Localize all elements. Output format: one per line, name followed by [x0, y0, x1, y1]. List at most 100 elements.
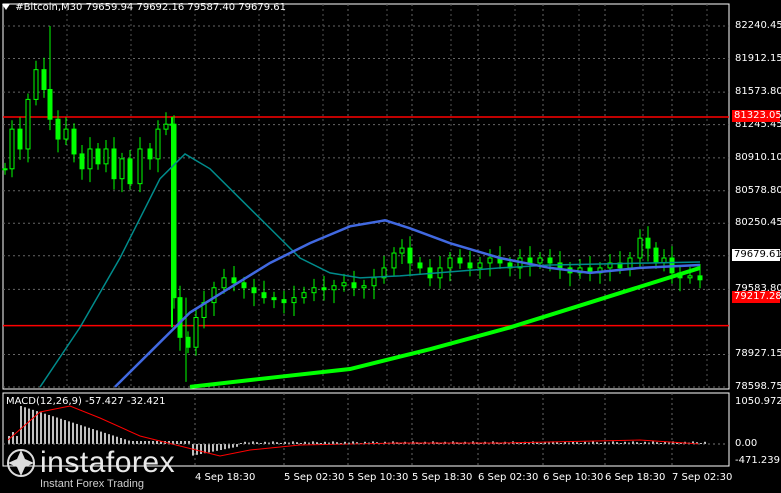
macd-histogram-bar [580, 443, 582, 444]
candle-body [417, 262, 423, 269]
macd-histogram-bar [140, 441, 142, 444]
macd-histogram-bar [200, 444, 202, 454]
time-axis-label: 6 Sep 10:30 [543, 472, 604, 483]
chart-canvas[interactable] [0, 0, 781, 489]
candle-body [399, 247, 405, 254]
macd-histogram-bar [212, 444, 214, 452]
macd-indicator-label: MACD(12,26,9) -57.427 -32.421 [6, 396, 166, 407]
macd-histogram-bar [316, 442, 318, 444]
macd-histogram-bar [220, 444, 222, 450]
macd-histogram-bar [112, 435, 114, 444]
candle-body [111, 148, 117, 180]
candle-body [391, 252, 397, 269]
candle-body [2, 168, 8, 171]
macd-histogram-bar [180, 441, 182, 444]
candle-body [71, 128, 77, 155]
price-axis-label: 78927.15 [735, 348, 781, 360]
time-axis-label: 5 Sep 10:30 [348, 472, 409, 483]
candle-body [231, 277, 237, 284]
macd-histogram-bar [556, 442, 558, 444]
dropdown-triangle-icon[interactable] [2, 4, 10, 10]
macd-histogram-bar [620, 443, 622, 444]
candle-body [361, 285, 367, 289]
candle-body [127, 158, 133, 185]
candle-body [9, 128, 15, 170]
macd-histogram-bar [16, 436, 18, 444]
macd-histogram-bar [228, 444, 230, 449]
candle-body [185, 336, 191, 348]
macd-axis-label: 1050.972 [735, 396, 781, 407]
macd-histogram-bar [276, 442, 278, 444]
macd-histogram-bar [236, 444, 238, 447]
macd-histogram-bar [88, 427, 90, 444]
candle-body [177, 297, 183, 338]
macd-histogram-bar [300, 443, 302, 444]
price-axis-label: 80910.10 [735, 151, 781, 163]
macd-histogram-bar [600, 443, 602, 444]
ohlc-values: 79659.94 79692.16 79587.40 79679.61 [85, 2, 286, 13]
candle-body [477, 262, 483, 269]
macd-histogram-bar [320, 443, 322, 444]
macd-histogram-bar [48, 414, 50, 444]
macd-histogram-bar [596, 442, 598, 444]
candle-body [79, 153, 85, 170]
macd-histogram-bar [256, 442, 258, 444]
candle-body [457, 257, 463, 264]
macd-histogram-bar [660, 443, 662, 444]
candle-body [447, 257, 453, 269]
macd-histogram-bar [120, 438, 122, 444]
macd-histogram-bar [40, 412, 42, 444]
watermark-tagline: Instant Forex Trading [40, 478, 144, 490]
time-axis-label: 7 Sep 02:30 [672, 472, 733, 483]
macd-histogram-bar [560, 443, 562, 444]
macd-axis-label: 0.00 [735, 438, 758, 449]
candle-body [697, 275, 703, 281]
macd-histogram-bar [540, 443, 542, 444]
macd-histogram-bar [196, 444, 198, 455]
macd-histogram-bar [700, 443, 702, 444]
macd-histogram-bar [80, 425, 82, 444]
macd-histogram-bar [32, 409, 34, 444]
candle-body [467, 262, 473, 269]
macd-histogram-bar [156, 441, 158, 444]
candle-body [95, 148, 101, 165]
candle-body [311, 287, 317, 294]
candle-body [653, 247, 659, 264]
price-axis-label: 81912.15 [735, 52, 781, 64]
macd-histogram-bar [28, 408, 30, 444]
instaforex-emblem-icon [7, 449, 35, 477]
candle-body [687, 275, 693, 279]
macd-histogram-bar [36, 411, 38, 444]
macd-histogram-bar [296, 442, 298, 444]
main-pane-frame [2, 3, 730, 390]
candle-body [41, 69, 47, 90]
time-axis-label: 5 Sep 18:30 [412, 472, 473, 483]
macd-histogram-bar [616, 442, 618, 444]
macd-histogram-bar [76, 423, 78, 444]
candle-body [527, 257, 533, 264]
macd-histogram-bar [60, 418, 62, 444]
macd-histogram-bar [72, 422, 74, 444]
macd-histogram-bar [68, 421, 70, 444]
macd-histogram-bar [136, 441, 138, 444]
time-axis-label: 4 Sep 18:30 [195, 472, 256, 483]
macd-histogram-bar [640, 443, 642, 444]
time-axis-label: 6 Sep 18:30 [605, 472, 666, 483]
resistance-level-box: 81323.05 [732, 110, 781, 122]
trading-chart[interactable]: #Bitcoin,M30 79659.94 79692.16 79587.40 … [0, 0, 781, 490]
macd-histogram-bar [116, 436, 118, 444]
candle-body [271, 297, 277, 301]
macd-histogram-bar [12, 432, 14, 444]
macd-histogram-bar [56, 417, 58, 444]
current-price-box: 79679.61 [732, 249, 781, 261]
candle-body [351, 282, 357, 289]
macd-histogram-bar [124, 439, 126, 444]
candle-body [17, 128, 23, 150]
price-axis-label: 82240.45 [735, 20, 781, 31]
macd-histogram-bar [96, 430, 98, 444]
macd-histogram-bar [104, 432, 106, 444]
candle-body [147, 148, 153, 160]
candle-body [301, 292, 307, 299]
candle-body [163, 123, 169, 130]
macd-histogram-bar [100, 431, 102, 444]
